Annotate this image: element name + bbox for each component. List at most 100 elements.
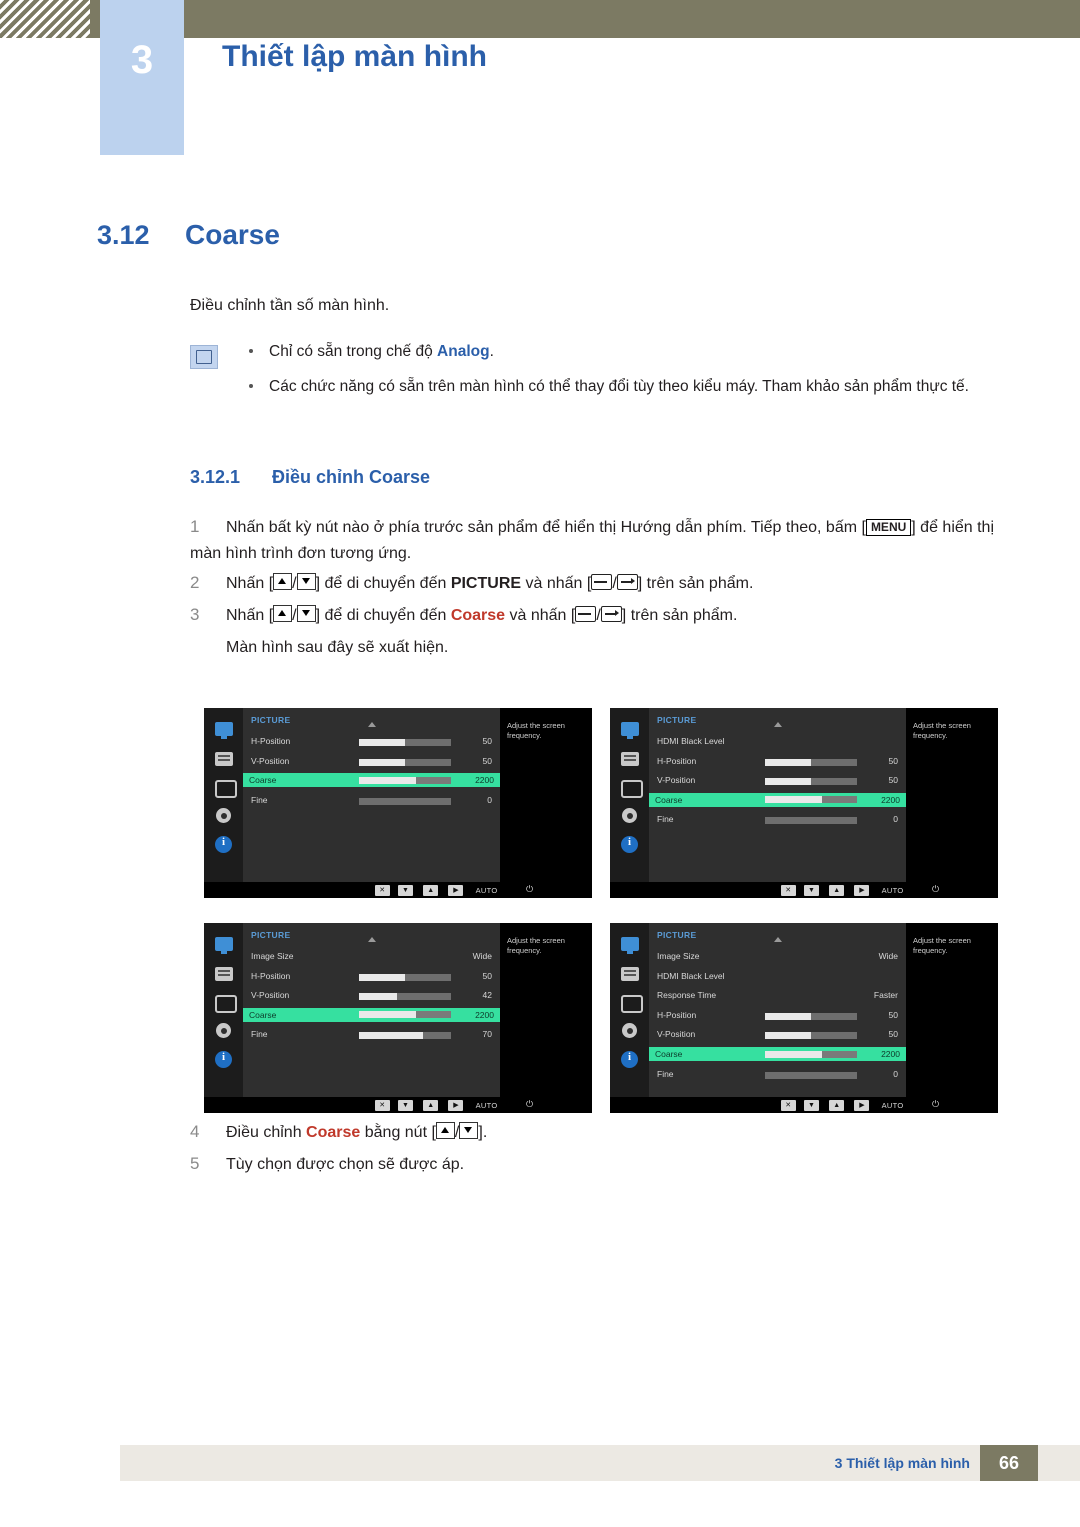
note-icon [190, 345, 218, 369]
osd-row-slider[interactable] [358, 1011, 452, 1019]
osd-help-pane: Adjust the screen frequency. [906, 923, 998, 1113]
auto-key-label[interactable]: AUTO [882, 1101, 904, 1110]
osd-row-label[interactable]: Fine [251, 1029, 268, 1039]
osd-row-slider[interactable] [764, 817, 858, 825]
enter-key-icon[interactable]: ▶ [448, 1100, 464, 1111]
scroll-up-caret-icon [773, 937, 782, 942]
osd-row-label[interactable]: H-Position [657, 756, 696, 766]
enter-key-icon[interactable]: ▶ [854, 885, 870, 896]
scroll-up-caret-icon [367, 937, 376, 942]
osd-row-label[interactable]: V-Position [657, 775, 695, 785]
osd-row-slider[interactable] [358, 776, 452, 784]
close-key-icon[interactable]: ✕ [374, 885, 390, 896]
osd-help-pane: Adjust the screen frequency. [500, 708, 592, 898]
osd-row-slider[interactable] [764, 758, 858, 766]
osd-row-label: Coarse [249, 775, 277, 786]
note-item-2: Các chức năng có sẵn trên màn hình có th… [245, 375, 1015, 398]
osd-row-value: 50 [888, 1029, 898, 1040]
information-icon [215, 1051, 232, 1068]
scroll-up-caret-icon [367, 722, 376, 727]
down-key-icon[interactable]: ▼ [398, 885, 413, 896]
osd-row-label[interactable]: H-Position [251, 736, 290, 746]
osd-row-slider[interactable] [358, 758, 452, 766]
close-key-icon[interactable]: ✕ [374, 1100, 390, 1111]
osd-row-slider[interactable] [764, 1071, 858, 1079]
auto-key-label[interactable]: AUTO [882, 886, 904, 895]
osd-row-value: 2200 [881, 794, 900, 805]
osd-row-label[interactable]: V-Position [657, 1029, 695, 1039]
osd-screenshot-2: PICTURE HDMI Black Level H-Position 50 V-Pos… [610, 708, 998, 898]
up-key-icon[interactable]: ▲ [829, 885, 845, 896]
osd-row-label[interactable]: H-Position [657, 1010, 696, 1020]
down-key-icon[interactable]: ▼ [804, 885, 819, 896]
monitor-icon [621, 722, 639, 739]
osd-row-label[interactable]: Fine [657, 814, 674, 824]
osd-row-selected[interactable]: Coarse 2200 [243, 1007, 500, 1022]
auto-key-label[interactable]: AUTO [476, 886, 498, 895]
osd-row-slider[interactable] [764, 778, 858, 786]
down-key-icon[interactable]: ▼ [398, 1100, 413, 1111]
close-key-icon[interactable]: ✕ [780, 885, 796, 896]
close-key-icon[interactable]: ✕ [780, 1100, 796, 1111]
osd-row-slider[interactable] [358, 739, 452, 746]
power-key-icon[interactable]: ⏻ [526, 1099, 533, 1110]
setup-icon [216, 808, 231, 823]
osd-row-slider[interactable] [764, 1012, 858, 1020]
osd-screenshot-1: PICTURE H-Position 50 V-Position 50 Coarse 220… [204, 708, 592, 898]
osd-help-pane: Adjust the screen frequency. [906, 708, 998, 898]
osd-row-label[interactable]: Response Time [657, 990, 716, 1000]
onscreen-display-icon [215, 995, 237, 1013]
picture-icon [621, 752, 639, 766]
osd-row-label[interactable]: HDMI Black Level [657, 736, 725, 746]
osd-row-value: Faster [873, 990, 898, 1001]
osd-row-selected[interactable]: Coarse 2200 [243, 773, 500, 788]
auto-key-label[interactable]: AUTO [476, 1101, 498, 1110]
step-number: 3 [190, 605, 200, 624]
osd-row-slider[interactable] [764, 1050, 858, 1058]
note-list: Chỉ có sẵn trong chế độ Analog. Các chức… [245, 340, 1015, 410]
up-key-icon[interactable]: ▲ [829, 1100, 845, 1111]
osd-row-label[interactable]: Fine [251, 795, 268, 805]
setup-icon [622, 808, 637, 823]
footer-text: 3 Thiết lập màn hình [834, 1455, 970, 1471]
up-key-icon[interactable]: ▲ [423, 1100, 439, 1111]
enter-key-icon[interactable]: ▶ [854, 1100, 870, 1111]
osd-screenshot-4: PICTURE Image Size Wide HDMI Black Level Res… [610, 923, 998, 1113]
step-text: Nhấn [/] để di chuyển đến Coarse và nhấn… [226, 605, 738, 624]
information-icon [621, 836, 638, 853]
osd-row-label[interactable]: HDMI Black Level [657, 971, 725, 981]
osd-row-label[interactable]: V-Position [251, 756, 289, 766]
osd-menu-title: PICTURE [251, 715, 291, 725]
osd-row-slider[interactable] [358, 973, 452, 981]
chapter-number: 3 [130, 37, 154, 82]
osd-row-selected[interactable]: Coarse 2200 [649, 1047, 906, 1061]
osd-row-slider[interactable] [358, 1032, 452, 1040]
enter-key-icon[interactable]: ▶ [448, 885, 464, 896]
osd-row-label[interactable]: Fine [657, 1069, 674, 1079]
osd-row-value: 50 [482, 970, 492, 981]
down-key-icon[interactable]: ▼ [804, 1100, 819, 1111]
osd-row-value: 0 [893, 814, 898, 825]
step-text: Nhấn [/] để di chuyển đến PICTURE và nhấ… [226, 573, 754, 592]
step-number: 4 [190, 1122, 200, 1141]
osd-icon-rail [204, 708, 243, 898]
osd-row-label[interactable]: Image Size [251, 951, 294, 961]
onscreen-display-icon [215, 780, 237, 798]
osd-row-slider[interactable] [764, 1032, 858, 1040]
power-key-icon[interactable]: ⏻ [526, 884, 533, 895]
power-key-icon[interactable]: ⏻ [932, 1099, 939, 1110]
osd-row-slider[interactable] [764, 796, 858, 804]
osd-menu-body: PICTURE H-Position 50 V-Position 50 Coarse 220… [243, 708, 500, 898]
osd-row-label[interactable]: H-Position [251, 971, 290, 981]
osd-row-label[interactable]: V-Position [251, 990, 289, 1000]
information-icon [621, 1051, 638, 1068]
osd-row-slider[interactable] [358, 993, 452, 1001]
osd-row-label[interactable]: Image Size [657, 951, 700, 961]
osd-key-guide: ✕ ▼ ▲ ▶ AUTO ⏻ [610, 1097, 998, 1113]
osd-menu-body: PICTURE HDMI Black Level H-Position 50 V-Pos… [649, 708, 906, 898]
step-1: 1 Nhấn bất kỳ nút nào ở phía trước sản ph… [190, 515, 1020, 567]
osd-row-selected[interactable]: Coarse 2200 [649, 792, 906, 807]
up-key-icon[interactable]: ▲ [423, 885, 439, 896]
power-key-icon[interactable]: ⏻ [932, 884, 939, 895]
osd-row-slider[interactable] [358, 797, 452, 805]
